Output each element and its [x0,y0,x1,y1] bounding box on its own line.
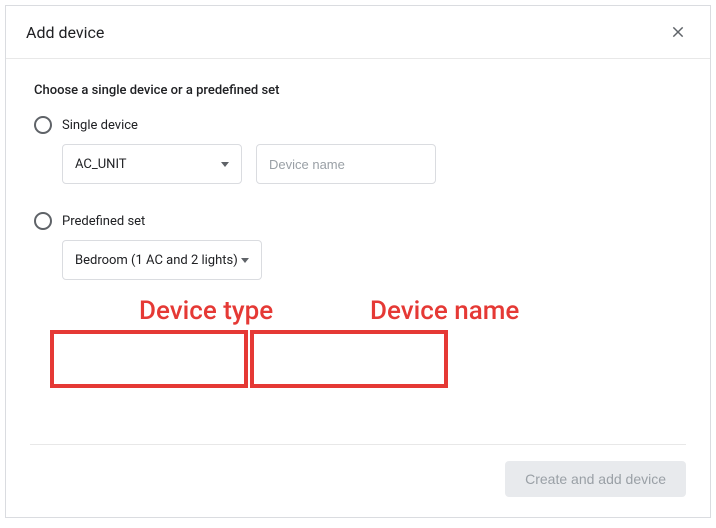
predefined-set-radio[interactable] [34,212,52,230]
device-type-select[interactable]: AC_UNIT [62,144,242,184]
close-button[interactable] [666,20,690,44]
device-type-value: AC_UNIT [75,157,127,172]
single-device-label: Single device [62,118,138,133]
single-device-radio[interactable] [34,116,52,134]
annotation-device-type-box [50,330,248,388]
annotation-device-name-label: Device name [370,296,519,326]
predefined-set-value: Bedroom (1 AC and 2 lights) [75,253,238,268]
predefined-set-option[interactable]: Predefined set [34,212,682,230]
annotation-device-name-box [250,330,448,388]
dialog-header: Add device [6,6,710,59]
single-device-option[interactable]: Single device [34,116,682,134]
add-device-dialog: Add device Choose a single device or a p… [5,5,711,518]
dialog-title: Add device [26,23,104,42]
create-add-device-button[interactable]: Create and add device [505,461,686,497]
close-icon [670,24,686,40]
predefined-set-label: Predefined set [62,214,145,229]
choose-subtitle: Choose a single device or a predefined s… [34,83,682,98]
dialog-body: Choose a single device or a predefined s… [6,59,710,444]
predefined-set-fields: Bedroom (1 AC and 2 lights) [62,240,682,280]
device-name-input[interactable] [256,144,436,184]
chevron-down-icon [241,258,249,263]
single-device-fields: AC_UNIT [62,144,682,184]
chevron-down-icon [221,162,229,167]
dialog-footer: Create and add device [6,445,710,517]
predefined-set-select[interactable]: Bedroom (1 AC and 2 lights) [62,240,262,280]
annotation-device-type-label: Device type [139,296,273,326]
